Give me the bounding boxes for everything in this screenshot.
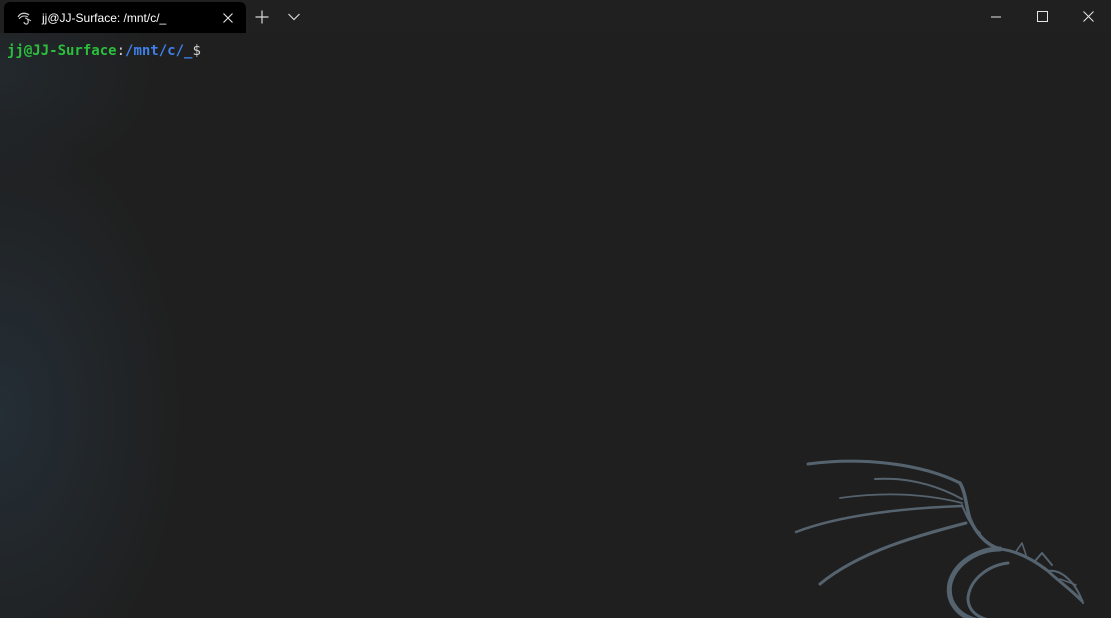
- close-icon: [1082, 11, 1094, 22]
- maximize-button[interactable]: [1019, 0, 1065, 33]
- tab-title: jj@JJ-Surface: /mnt/c/_: [42, 10, 167, 25]
- text-cursor: [201, 42, 209, 58]
- tab-close-button[interactable]: [214, 6, 242, 30]
- kali-dragon-icon: [16, 10, 32, 26]
- new-tab-button[interactable]: [246, 0, 278, 33]
- tab-dropdown-button[interactable]: [278, 0, 310, 33]
- prompt-separator: :: [116, 43, 126, 59]
- terminal-window: jj@JJ-Surface: /mnt/c/_ jj@JJ-Surface:/m…: [0, 0, 1111, 618]
- tab-active[interactable]: jj@JJ-Surface: /mnt/c/_: [4, 2, 246, 33]
- maximize-icon: [1036, 11, 1048, 22]
- prompt-path: /mnt/c/_: [125, 43, 193, 59]
- minimize-button[interactable]: [973, 0, 1019, 33]
- chevron-down-icon: [288, 13, 300, 20]
- terminal-content[interactable]: jj@JJ-Surface:/mnt/c/_$: [0, 33, 1111, 618]
- titlebar-drag-area[interactable]: [310, 0, 973, 33]
- minimize-icon: [991, 16, 1001, 17]
- kali-dragon-logo: [794, 459, 1084, 618]
- close-icon: [223, 12, 233, 23]
- window-close-button[interactable]: [1065, 0, 1111, 33]
- prompt-user-host: jj@JJ-Surface: [7, 43, 117, 59]
- title-bar[interactable]: jj@JJ-Surface: /mnt/c/_: [0, 0, 1111, 33]
- prompt-symbol: $: [192, 43, 201, 59]
- plus-icon: [255, 10, 269, 23]
- prompt-line: jj@JJ-Surface:/mnt/c/_$: [7, 42, 209, 60]
